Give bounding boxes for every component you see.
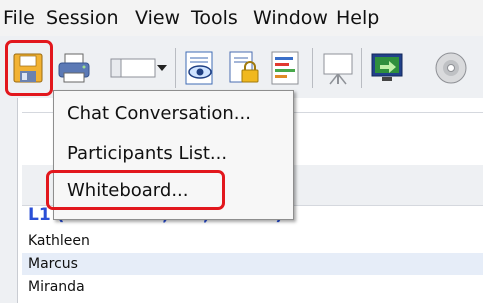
whiteboard-easel-icon — [323, 53, 353, 85]
menu-item-participants-list[interactable]: Participants List... — [67, 143, 227, 164]
menu-item-chat-conversation[interactable]: Chat Conversation... — [67, 103, 251, 124]
participant-row[interactable]: Marcus — [22, 253, 483, 275]
save-button-highlight — [5, 40, 53, 96]
participant-row[interactable]: Miranda — [22, 276, 483, 298]
whiteboard-button[interactable] — [319, 48, 357, 88]
list-icon — [271, 51, 299, 85]
menu-help[interactable]: Help — [336, 7, 379, 29]
cd-button[interactable] — [431, 48, 469, 88]
whiteboard-item-highlight — [46, 170, 225, 210]
presenter-button[interactable] — [368, 48, 406, 88]
chevron-down-icon — [157, 65, 167, 71]
menu-file[interactable]: File — [3, 7, 35, 29]
view-button[interactable] — [181, 48, 219, 88]
menu-session[interactable]: Session — [46, 7, 119, 29]
toolbar-separator — [175, 48, 176, 88]
participant-name: Marcus — [28, 256, 78, 272]
menu-view[interactable]: View — [135, 7, 180, 29]
menu-window[interactable]: Window — [253, 7, 328, 29]
layout-dropdown-button[interactable] — [103, 48, 173, 88]
toolbar-separator — [312, 48, 313, 88]
panel-left-gutter — [0, 98, 18, 303]
print-icon — [58, 53, 90, 83]
list-button[interactable] — [266, 48, 304, 88]
secure-document-icon — [229, 51, 259, 83]
participant-name: Miranda — [28, 279, 85, 295]
cd-disc-icon — [435, 52, 467, 84]
menu-bar: File Session View Tools Window Help — [0, 0, 483, 36]
print-button[interactable] — [55, 48, 93, 88]
secure-document-button[interactable] — [225, 48, 263, 88]
menu-tools[interactable]: Tools — [191, 7, 238, 29]
view-eye-icon — [185, 51, 213, 85]
participant-row[interactable]: Kathleen — [22, 230, 483, 252]
toolbar-separator — [361, 48, 362, 88]
presenter-screen-icon — [371, 53, 403, 81]
participant-name: Kathleen — [28, 233, 90, 249]
